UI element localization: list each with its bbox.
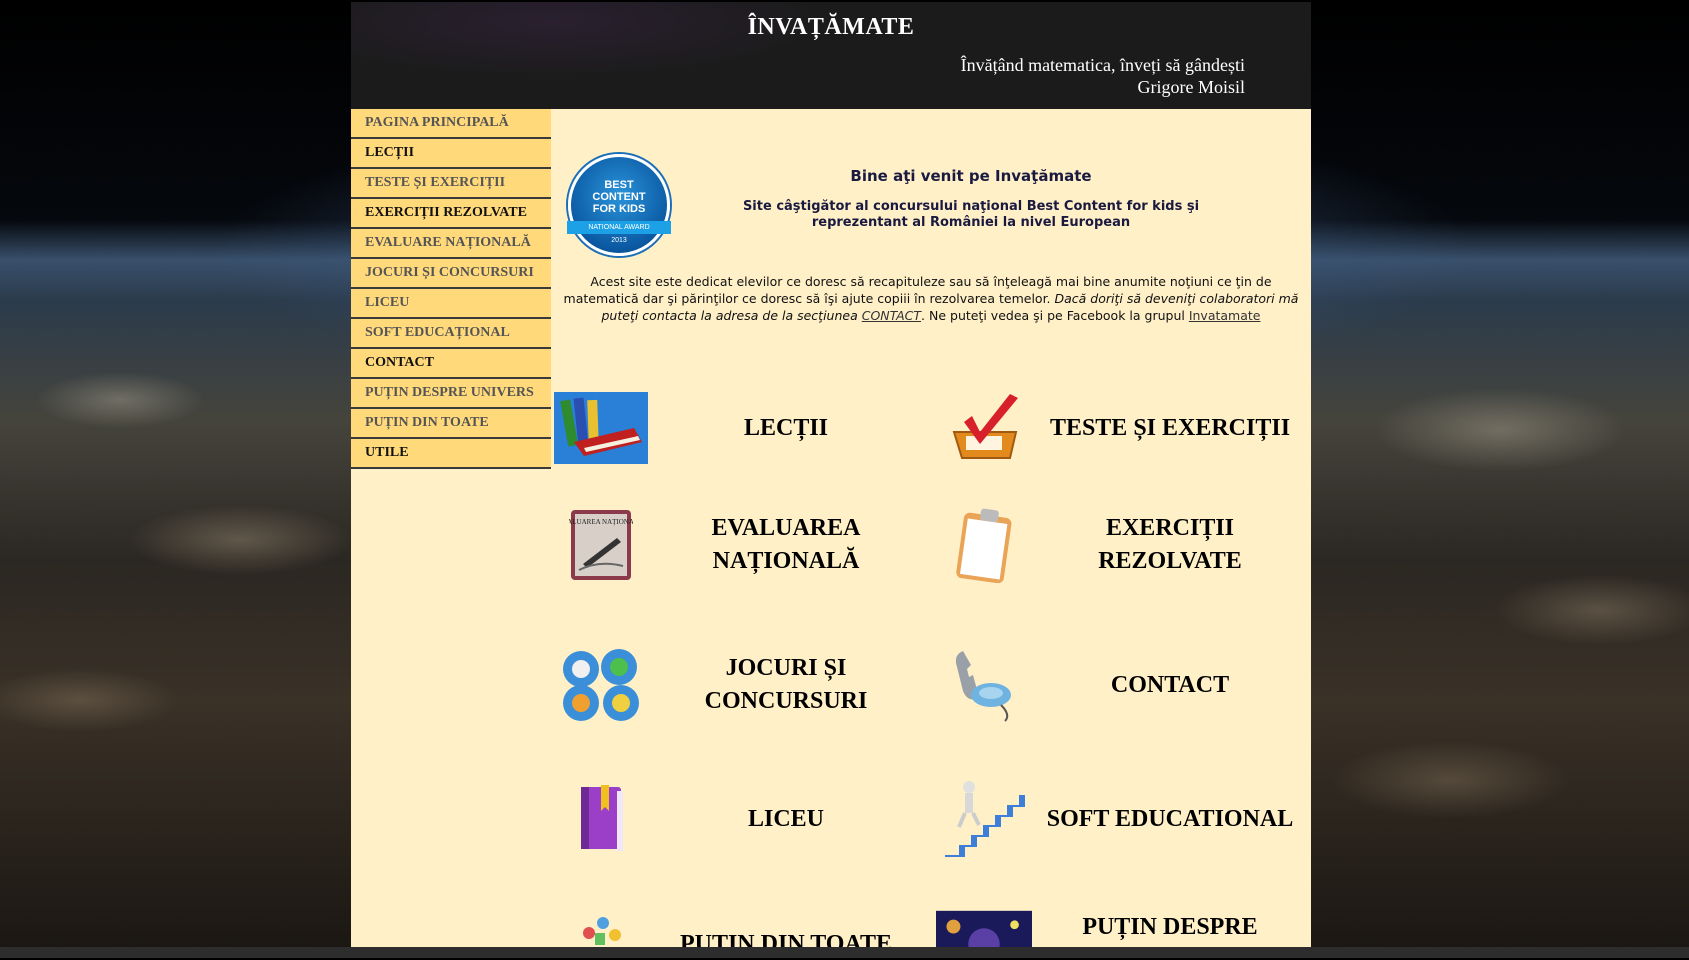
intro-paragraph: Acest site este dedicat elevilor ce dore… xyxy=(553,273,1309,324)
tile-soft[interactable]: SOFT EDUCATIONAL xyxy=(936,774,1308,864)
tile-contact[interactable]: CONTACT xyxy=(936,637,1308,733)
tile-label: PUȚIN DIN TOATE xyxy=(679,930,893,948)
badge-line3: FOR KIDS xyxy=(592,203,646,215)
exam-book-icon: EVALUAREA NAȚIONALĂ xyxy=(553,506,649,584)
badge-line1: BEST xyxy=(604,179,634,191)
site-title[interactable]: ÎNVAȚĂMATE xyxy=(351,14,1311,41)
sidebar-item-teste[interactable]: TESTE ȘI EXERCIȚII xyxy=(351,169,551,199)
badge-line2: CONTENT xyxy=(592,191,646,203)
tile-label: JOCURI ȘI CONCURSURI xyxy=(704,655,868,714)
tile-din-toate[interactable]: PUȚIN DIN TOATE xyxy=(553,899,923,947)
tile-label: LECȚII xyxy=(743,414,829,441)
quote-author: Grigore Moisil xyxy=(1137,77,1246,97)
award-badge: BEST CONTENT FOR KIDS NATIONAL AWARD 201… xyxy=(567,154,671,256)
tile-lectii[interactable]: LECȚII xyxy=(553,389,923,467)
sidebar-item-lectii[interactable]: LECȚII xyxy=(351,139,551,169)
sidebar-nav: PAGINA PRINCIPALĂ LECȚII TESTE ȘI EXERCI… xyxy=(351,109,551,469)
tile-label: LICEU xyxy=(747,805,825,832)
tile-label: EXERCIȚII REZOLVATE xyxy=(1098,515,1242,574)
sidebar-item-contact[interactable]: CONTACT xyxy=(351,349,551,379)
sidebar-item-evaluare[interactable]: EVALUARE NAȚIONALĂ xyxy=(351,229,551,259)
tile-label: CONTACT xyxy=(1110,671,1230,698)
main-content: BEST CONTENT FOR KIDS NATIONAL AWARD 201… xyxy=(551,109,1311,947)
tile-label: PUȚIN DESPRE UNIVERS xyxy=(1082,914,1258,940)
facebook-group-link[interactable]: Invatamate xyxy=(1189,308,1261,323)
tile-label: EVALUAREA NAȚIONALĂ xyxy=(711,515,861,574)
galaxy-icon xyxy=(936,905,1032,947)
header-quote: Învățând matematica, înveți să gândești … xyxy=(961,54,1245,98)
welcome-heading: Bine aţi venit pe Invaţămate xyxy=(850,167,1092,185)
badge-ribbon: NATIONAL AWARD xyxy=(567,221,671,234)
books-icon xyxy=(553,389,649,467)
stairs-figure-icon xyxy=(936,780,1032,858)
page-container: ÎNVAȚĂMATE Învățând matematica, înveți s… xyxy=(351,2,1311,947)
sidebar-item-soft[interactable]: SOFT EDUCAȚIONAL xyxy=(351,319,551,349)
exam-book-caption: EVALUAREA NAȚIONALĂ xyxy=(569,518,633,526)
badge-text: BEST CONTENT FOR KIDS xyxy=(571,179,667,215)
sidebar-item-exercitii-rezolvate[interactable]: EXERCIȚII REZOLVATE xyxy=(351,199,551,229)
sidebar-item-home[interactable]: PAGINA PRINCIPALĂ xyxy=(351,109,551,139)
clipboard-icon xyxy=(936,506,1032,584)
tile-label: SOFT EDUCATIONAL xyxy=(1046,805,1294,832)
browser-bottom-bar xyxy=(0,947,1689,958)
sidebar-item-liceu[interactable]: LICEU xyxy=(351,289,551,319)
checkbox-icon xyxy=(936,389,1032,467)
intro-text2: . Ne puteţi vedea şi pe Facebook la grup… xyxy=(921,308,1189,323)
quote-text: Învățând matematica, înveți să gândești xyxy=(960,55,1245,75)
welcome-subtext: Site câştigător al concursului naţional … xyxy=(742,199,1200,230)
games-icon xyxy=(553,646,649,724)
tile-univers[interactable]: PUȚIN DESPRE UNIVERS xyxy=(936,899,1308,947)
sidebar-item-din-toate[interactable]: PUȚIN DIN TOATE xyxy=(351,409,551,439)
sidebar-item-utile[interactable]: UTILE xyxy=(351,439,551,469)
contact-link[interactable]: CONTACT xyxy=(862,308,921,323)
tile-exercitii-rezolvate[interactable]: EXERCIȚII REZOLVATE xyxy=(936,497,1308,593)
badge-year: 2013 xyxy=(611,237,627,244)
sidebar-item-univers[interactable]: PUȚIN DESPRE UNIVERS xyxy=(351,379,551,409)
welcome-block: Bine aţi venit pe Invaţămate Site câştig… xyxy=(701,167,1241,231)
mixed-items-icon xyxy=(553,905,649,947)
tile-jocuri[interactable]: JOCURI ȘI CONCURSURI xyxy=(553,637,923,733)
site-header: ÎNVAȚĂMATE Învățând matematica, înveți s… xyxy=(351,2,1311,109)
purple-book-icon xyxy=(553,780,649,858)
tile-label: TESTE ȘI EXERCIȚII xyxy=(1049,414,1291,441)
tile-teste[interactable]: TESTE ȘI EXERCIȚII xyxy=(936,389,1308,467)
telephone-icon xyxy=(936,646,1032,724)
tile-liceu[interactable]: LICEU xyxy=(553,774,923,864)
sidebar-item-jocuri[interactable]: JOCURI ȘI CONCURSURI xyxy=(351,259,551,289)
tile-evaluare[interactable]: EVALUAREA NAȚIONALĂ EVALUAREA NAȚIONALĂ xyxy=(553,497,923,593)
